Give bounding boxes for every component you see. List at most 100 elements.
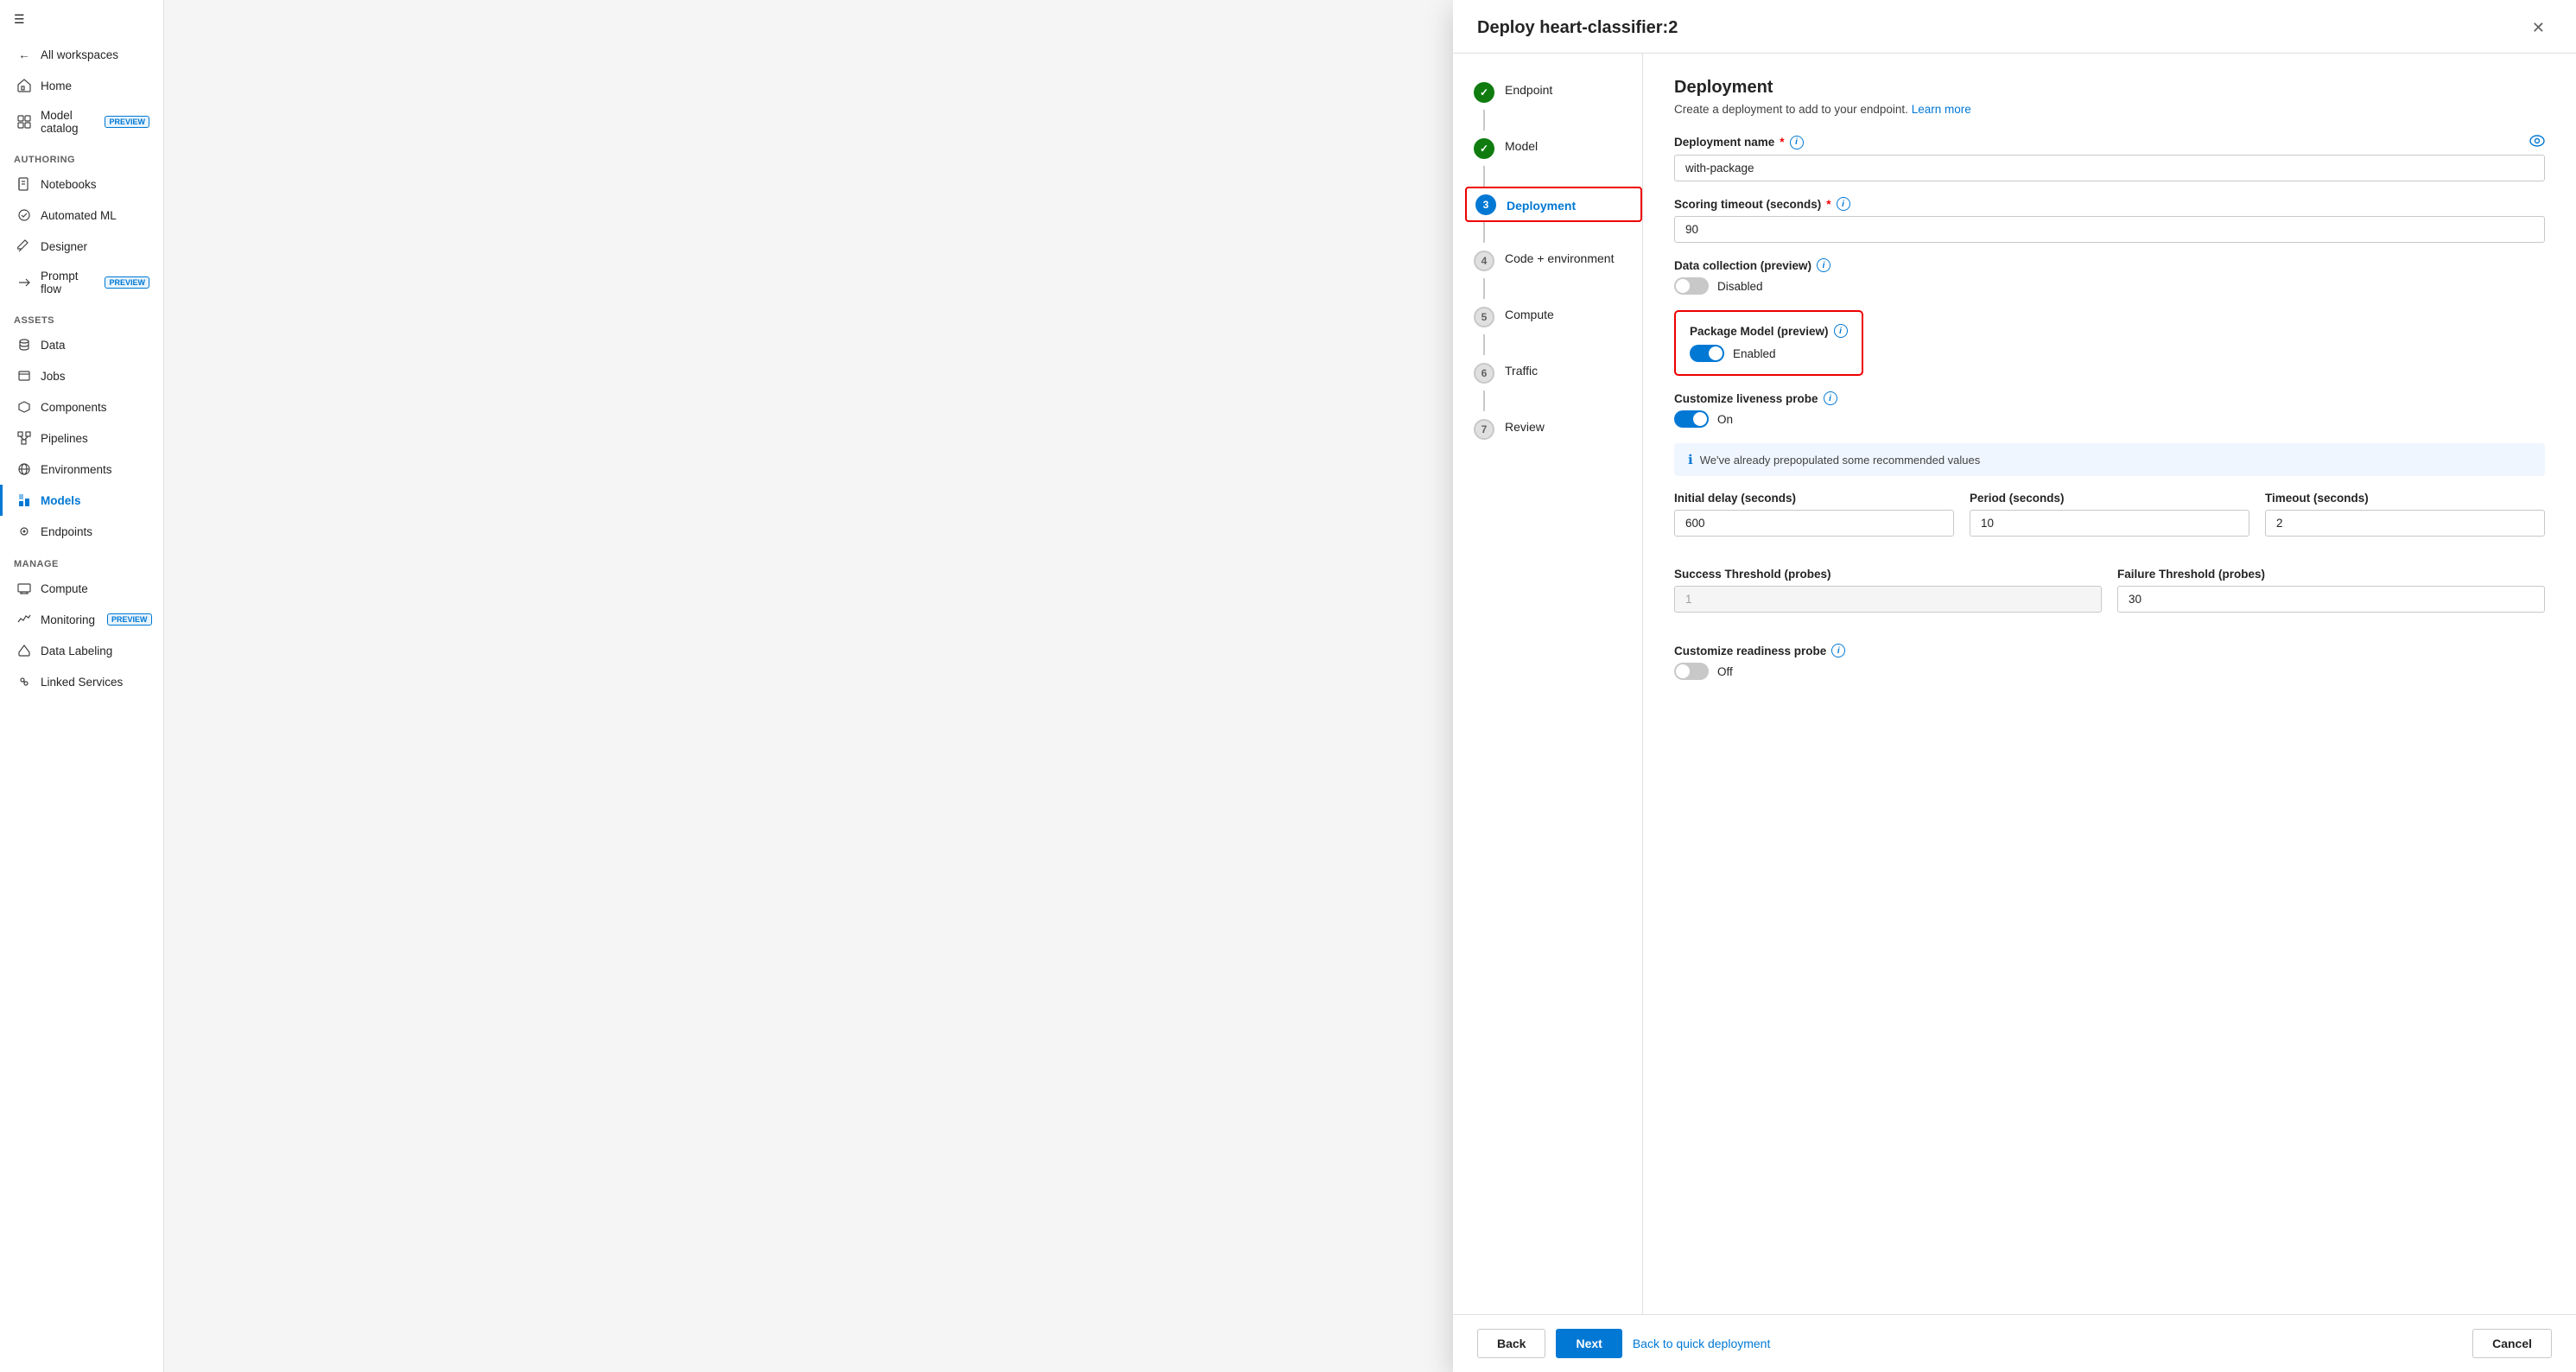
step-traffic[interactable]: 6 Traffic bbox=[1474, 355, 1642, 391]
step-deployment-active[interactable]: 3 Deployment bbox=[1465, 187, 1642, 222]
required-star: * bbox=[1780, 136, 1784, 149]
step-label-review: Review bbox=[1505, 418, 1545, 434]
sidebar-item-components[interactable]: Components bbox=[0, 391, 163, 422]
step-label-model: Model bbox=[1505, 137, 1538, 153]
data-collection-status: Disabled bbox=[1717, 280, 1763, 293]
deploy-modal: Deploy heart-classifier:2 ✕ ✓ Endpoint ✓… bbox=[1453, 0, 2576, 1372]
readiness-probe-info-icon[interactable]: i bbox=[1831, 644, 1845, 657]
promptflow-icon bbox=[16, 275, 32, 290]
scoring-timeout-input[interactable] bbox=[1674, 216, 2545, 243]
sidebar: ☰ ← All workspaces Home Model catalog PR… bbox=[0, 0, 164, 1372]
sidebar-item-notebooks[interactable]: Notebooks bbox=[0, 168, 163, 200]
sidebar-label-designer: Designer bbox=[41, 240, 87, 253]
step-label-code: Code + environment bbox=[1505, 250, 1614, 265]
sidebar-item-compute[interactable]: Compute bbox=[0, 573, 163, 604]
deployment-name-label: Deployment name * i bbox=[1674, 135, 2545, 149]
timeout-input[interactable] bbox=[2265, 510, 2545, 537]
sidebar-item-home[interactable]: Home bbox=[0, 70, 163, 101]
readiness-toggle-row: Off bbox=[1674, 663, 2545, 680]
sidebar-item-linked-services[interactable]: Linked Services bbox=[0, 666, 163, 697]
failure-threshold-group: Failure Threshold (probes) bbox=[2117, 568, 2545, 613]
data-collection-group: Data collection (preview) i Disabled bbox=[1674, 258, 2545, 295]
sidebar-label-prompt-flow: Prompt flow bbox=[41, 270, 92, 295]
step-review[interactable]: 7 Review bbox=[1474, 411, 1642, 447]
liveness-probe-group: Customize liveness probe i On bbox=[1674, 391, 2545, 428]
data-collection-info-icon[interactable]: i bbox=[1817, 258, 1830, 272]
form-subtitle: Create a deployment to add to your endpo… bbox=[1674, 103, 2545, 116]
liveness-toggle-row: On bbox=[1674, 410, 2545, 428]
package-model-toggle-row: Enabled bbox=[1690, 345, 1848, 362]
step-model[interactable]: ✓ Model bbox=[1474, 130, 1642, 166]
sidebar-item-pipelines[interactable]: Pipelines bbox=[0, 422, 163, 454]
period-label: Period (seconds) bbox=[1970, 492, 2249, 505]
preview-badge-promptflow: PREVIEW bbox=[105, 276, 149, 289]
sidebar-label-data: Data bbox=[41, 339, 66, 352]
sidebar-item-jobs[interactable]: Jobs bbox=[0, 360, 163, 391]
deployment-name-info-icon[interactable]: i bbox=[1790, 136, 1804, 149]
deployment-form: Deployment Create a deployment to add to… bbox=[1643, 54, 2576, 1314]
step-circle-model: ✓ bbox=[1474, 138, 1494, 159]
data-collection-toggle-row: Disabled bbox=[1674, 277, 2545, 295]
info-banner-text: We've already prepopulated some recommen… bbox=[1700, 454, 1981, 467]
failure-threshold-label: Failure Threshold (probes) bbox=[2117, 568, 2545, 581]
package-model-status: Enabled bbox=[1733, 347, 1776, 360]
scoring-timeout-info-icon[interactable]: i bbox=[1837, 197, 1850, 211]
sidebar-label-monitoring: Monitoring bbox=[41, 613, 95, 626]
hamburger-icon[interactable]: ☰ bbox=[0, 0, 163, 39]
step-label-endpoint: Endpoint bbox=[1505, 81, 1552, 97]
step-circle-endpoint: ✓ bbox=[1474, 82, 1494, 103]
timeout-label: Timeout (seconds) bbox=[2265, 492, 2545, 505]
scoring-required-star: * bbox=[1826, 198, 1830, 211]
step-code-environment[interactable]: 4 Code + environment bbox=[1474, 243, 1642, 278]
sidebar-item-monitoring[interactable]: Monitoring PREVIEW bbox=[0, 604, 163, 635]
quick-deploy-link[interactable]: Back to quick deployment bbox=[1633, 1337, 1771, 1350]
sidebar-item-data[interactable]: Data bbox=[0, 329, 163, 360]
sidebar-item-data-labeling[interactable]: Data Labeling bbox=[0, 635, 163, 666]
step-endpoint[interactable]: ✓ Endpoint bbox=[1474, 74, 1642, 110]
sidebar-label-endpoints: Endpoints bbox=[41, 525, 92, 538]
back-button[interactable]: Back bbox=[1477, 1329, 1545, 1358]
sidebar-label-environments: Environments bbox=[41, 463, 112, 476]
preview-badge: PREVIEW bbox=[105, 116, 149, 128]
pipelines-icon bbox=[16, 430, 32, 446]
sidebar-item-automated-ml[interactable]: Automated ML bbox=[0, 200, 163, 231]
liveness-status: On bbox=[1717, 413, 1733, 426]
failure-threshold-input[interactable] bbox=[2117, 586, 2545, 613]
package-model-toggle[interactable] bbox=[1690, 345, 1724, 362]
deployment-name-input[interactable] bbox=[1674, 155, 2545, 181]
section-label-authoring: Authoring bbox=[0, 143, 163, 168]
sidebar-item-endpoints[interactable]: Endpoints bbox=[0, 516, 163, 547]
home-icon bbox=[16, 78, 32, 93]
modal-close-button[interactable]: ✕ bbox=[2525, 16, 2552, 41]
initial-delay-label: Initial delay (seconds) bbox=[1674, 492, 1954, 505]
step-connector-1 bbox=[1483, 110, 1485, 130]
sidebar-item-designer[interactable]: Designer bbox=[0, 231, 163, 262]
liveness-probe-info-icon[interactable]: i bbox=[1824, 391, 1837, 405]
sidebar-item-environments[interactable]: Environments bbox=[0, 454, 163, 485]
form-title: Deployment bbox=[1674, 78, 2545, 98]
success-threshold-label: Success Threshold (probes) bbox=[1674, 568, 2102, 581]
eye-toggle-icon[interactable] bbox=[2529, 135, 2545, 149]
period-input[interactable] bbox=[1970, 510, 2249, 537]
sidebar-label-pipelines: Pipelines bbox=[41, 432, 88, 445]
timeout-group: Timeout (seconds) bbox=[2265, 492, 2545, 537]
data-collection-label: Data collection (preview) i bbox=[1674, 258, 2545, 272]
sidebar-item-all-workspaces[interactable]: ← All workspaces bbox=[0, 39, 163, 70]
step-compute[interactable]: 5 Compute bbox=[1474, 299, 1642, 334]
sidebar-label-home: Home bbox=[41, 79, 72, 92]
learn-more-link[interactable]: Learn more bbox=[1912, 103, 1971, 116]
cancel-button[interactable]: Cancel bbox=[2472, 1329, 2552, 1358]
readiness-toggle[interactable] bbox=[1674, 663, 1709, 680]
sidebar-item-prompt-flow[interactable]: Prompt flow PREVIEW bbox=[0, 262, 163, 303]
success-threshold-input[interactable] bbox=[1674, 586, 2102, 613]
step-connector-6 bbox=[1483, 391, 1485, 411]
data-collection-toggle[interactable] bbox=[1674, 277, 1709, 295]
next-button[interactable]: Next bbox=[1556, 1329, 1621, 1358]
liveness-toggle[interactable] bbox=[1674, 410, 1709, 428]
sidebar-item-model-catalog[interactable]: Model catalog PREVIEW bbox=[0, 101, 163, 143]
probe-fields-row1: Initial delay (seconds) Period (seconds)… bbox=[1674, 492, 2545, 552]
liveness-probe-label: Customize liveness probe i bbox=[1674, 391, 2545, 405]
package-model-info-icon[interactable]: i bbox=[1834, 324, 1848, 338]
initial-delay-input[interactable] bbox=[1674, 510, 1954, 537]
sidebar-item-models[interactable]: Models bbox=[0, 485, 163, 516]
